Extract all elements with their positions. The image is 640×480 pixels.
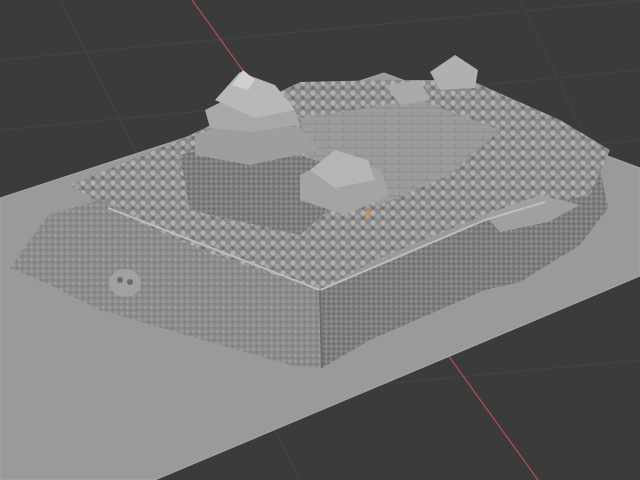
origin-marker-icon [365,210,371,216]
viewport-canvas [0,0,640,480]
3d-viewport[interactable] [0,0,640,480]
